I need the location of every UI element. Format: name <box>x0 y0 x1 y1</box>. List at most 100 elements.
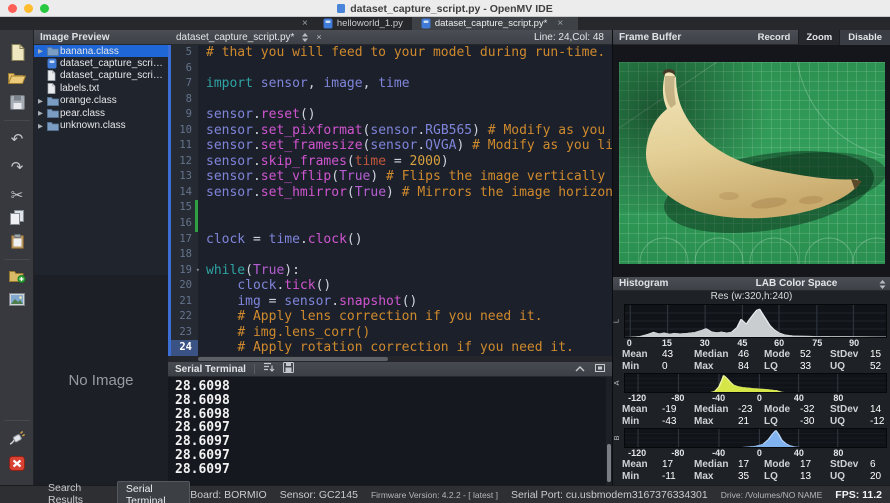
disconnect-button[interactable] <box>0 454 34 478</box>
undo-button[interactable]: ↶ <box>0 128 34 152</box>
code-line[interactable]: 20 clock.tick() <box>171 278 612 294</box>
color-space-dropdown[interactable]: LAB Color Space <box>703 277 890 289</box>
code-line[interactable]: 10sensor.set_pixformat(sensor.RGB565) # … <box>171 123 612 139</box>
tree-item[interactable]: ▶pear.class <box>34 107 168 119</box>
code-line[interactable]: 12sensor.skip_frames(time = 2000) <box>171 154 612 170</box>
histogram-channel-l: L0153045607590Mean43Median46Mode52StDev1… <box>613 304 890 373</box>
tab-label: dataset_capture_script.py* <box>435 18 547 29</box>
search-results-tab[interactable]: Search Results <box>40 481 113 503</box>
code-text: clock = time.clock() <box>198 232 363 248</box>
titlebar: dataset_capture_script.py - OpenMV IDE <box>0 0 890 17</box>
capture-image-button[interactable] <box>0 290 34 314</box>
code-line[interactable]: 5# that you will feed to your model duri… <box>171 45 612 61</box>
code-line[interactable]: 21 img = sensor.snapshot() <box>171 294 612 310</box>
status-item: Sensor: GC2145 <box>280 489 358 501</box>
collapse-panel-icon[interactable] <box>575 364 585 375</box>
code-line[interactable]: 7import sensor, image, time <box>171 76 612 92</box>
stat-value: 17 <box>738 459 764 471</box>
code-token: RGB565 <box>425 123 472 138</box>
save-log-icon[interactable] <box>283 362 294 376</box>
tree-item[interactable]: ▶unknown.class <box>34 119 168 131</box>
code-editor[interactable]: 5# that you will feed to your model duri… <box>168 45 612 356</box>
close-window-button[interactable] <box>8 4 17 13</box>
tree-item[interactable]: ▶orange.class <box>34 95 168 107</box>
frame-buffer-view[interactable] <box>613 45 890 277</box>
code-line[interactable]: 22 # Apply lens correction if you need i… <box>171 309 612 325</box>
code-token: ( <box>347 185 355 200</box>
tab-dataset-capture-script[interactable]: dataset_capture_script.py* × <box>412 17 578 30</box>
axis-tick-label: 45 <box>737 338 747 348</box>
code-line[interactable]: 17clock = time.clock() <box>171 232 612 248</box>
connect-button[interactable] <box>0 428 34 452</box>
tree-item[interactable]: ▶banana.class <box>34 45 168 57</box>
code-token: reset <box>261 107 300 122</box>
autoscroll-icon[interactable] <box>263 362 275 376</box>
paste-button[interactable] <box>0 232 34 256</box>
code-token: . <box>253 123 261 138</box>
code-line[interactable]: 24 # Apply rotation correction if you ne… <box>171 340 612 356</box>
maximize-window-button[interactable] <box>40 4 49 13</box>
code-line[interactable]: 15 <box>171 200 612 216</box>
code-line[interactable]: 19▾while(True): <box>171 263 612 279</box>
image-preview-title: Image Preview <box>40 32 109 43</box>
new-dataset-button[interactable] <box>0 266 34 290</box>
scrollbar-handle[interactable] <box>198 357 388 361</box>
dataset-editor-panel: Dataset Editor × ▶banana.classdataset_ca… <box>34 30 168 485</box>
close-editor-icon[interactable]: × <box>316 32 321 42</box>
code-line[interactable]: 23 # img.lens_corr() <box>171 325 612 341</box>
redo-button[interactable]: ↷ <box>0 156 34 180</box>
minimize-window-button[interactable] <box>24 4 33 13</box>
record-button[interactable]: Record <box>750 30 799 45</box>
expand-caret-icon[interactable]: ▶ <box>38 47 47 55</box>
code-token: set_pixformat <box>261 123 363 138</box>
code-token: time <box>269 232 300 247</box>
axis-tick-label: -80 <box>671 448 684 458</box>
code-line[interactable]: 8 <box>171 92 612 108</box>
serial-terminal-output[interactable]: 28.609828.609828.609828.609728.609728.60… <box>168 377 612 485</box>
code-line[interactable]: 18 <box>171 247 612 263</box>
code-line[interactable]: 13sensor.set_vflip(True) # Flips the ima… <box>171 169 612 185</box>
fold-icon[interactable]: ▾ <box>196 263 200 279</box>
code-line[interactable]: 16 <box>171 216 612 232</box>
split-editor-icon[interactable] <box>301 33 309 42</box>
stat-value: 33 <box>800 361 830 373</box>
code-line[interactable]: 6 <box>171 61 612 77</box>
copy-button[interactable] <box>0 208 34 232</box>
code-line[interactable]: 9sensor.reset() <box>171 107 612 123</box>
tree-item[interactable]: labels.txt <box>34 82 168 94</box>
serial-terminal-tab[interactable]: Serial Terminal <box>117 481 190 503</box>
code-token: ) <box>370 169 386 184</box>
dataset-file-tree[interactable]: ▶banana.classdataset_capture_script.pyda… <box>34 45 168 262</box>
expand-caret-icon[interactable]: ▶ <box>38 109 47 117</box>
scrollbar-handle[interactable] <box>607 444 611 482</box>
status-item: FPS: 11.2 <box>835 489 882 501</box>
code-token: import <box>206 76 253 91</box>
code-token: . <box>253 169 261 184</box>
open-folder-button[interactable] <box>0 68 34 92</box>
line-number: 5 <box>171 45 198 61</box>
popout-panel-icon[interactable] <box>595 363 605 375</box>
code-token: sensor <box>206 107 253 122</box>
line-number: 18 <box>171 247 198 263</box>
save-button[interactable] <box>0 93 34 117</box>
code-text: while(True): <box>198 263 300 279</box>
stat-label: Mean <box>622 459 662 471</box>
code-line[interactable]: 11sensor.set_framesize(sensor.QVGA) # Mo… <box>171 138 612 154</box>
tab-helloworld[interactable]: helloworld_1.py <box>314 17 412 30</box>
tree-item[interactable]: dataset_capture_script.py <box>34 57 168 69</box>
expand-caret-icon[interactable]: ▶ <box>38 122 47 130</box>
stat-value: -30 <box>800 416 830 428</box>
close-tab-icon[interactable]: × <box>551 18 569 29</box>
code-token: sensor <box>206 154 253 169</box>
serial-line: 28.6098 <box>175 380 605 394</box>
tree-item[interactable]: dataset_capture_script.py... <box>34 70 168 82</box>
cut-button[interactable]: ✂ <box>0 184 34 208</box>
new-file-button[interactable] <box>0 43 34 67</box>
zoom-button[interactable]: Zoom <box>798 30 840 45</box>
disable-button[interactable]: Disable <box>840 30 890 45</box>
code-line[interactable]: 14sensor.set_hmirror(True) # Mirrors the… <box>171 185 612 201</box>
expand-caret-icon[interactable]: ▶ <box>38 97 47 105</box>
frame-buffer-title: Frame Buffer <box>619 32 681 43</box>
close-tab-icon[interactable]: × <box>296 18 314 29</box>
stat-value: -43 <box>662 416 694 428</box>
